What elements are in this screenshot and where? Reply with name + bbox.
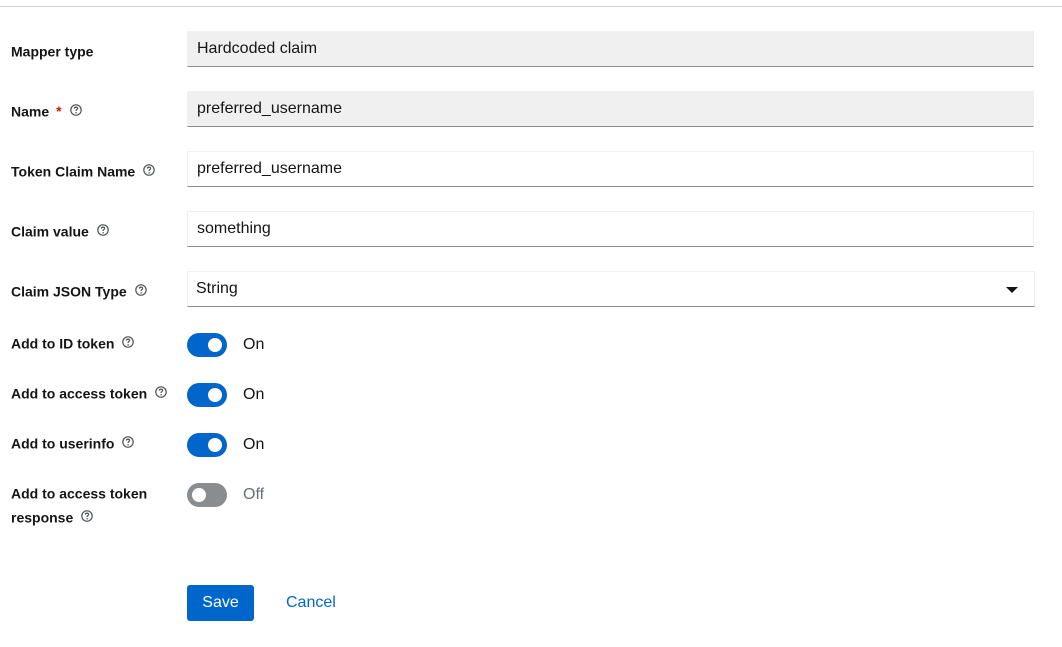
add-to-access-token-label: Add to access token (11, 380, 167, 405)
switch-knob (208, 338, 222, 352)
help-icon[interactable] (81, 510, 94, 523)
name-field (187, 91, 1034, 127)
help-icon[interactable] (143, 164, 156, 177)
add-to-userinfo-label: Add to userinfo (11, 430, 135, 455)
add-to-access-token-response-label-line2: response (11, 504, 94, 529)
mapper-details-form: Mapper type Name* Token Claim Name Claim… (0, 0, 1062, 647)
caret-down-icon (1006, 287, 1018, 293)
claim-json-type-selected: String (196, 280, 238, 297)
token-claim-name-input[interactable] (187, 151, 1034, 187)
help-icon[interactable] (122, 336, 135, 349)
switch-state-label: Off (243, 486, 265, 503)
token-claim-name-label: Token Claim Name (11, 158, 156, 183)
name-label: Name * (11, 98, 82, 123)
claim-value-input[interactable] (187, 211, 1034, 247)
help-icon[interactable] (122, 436, 135, 449)
mapper-type-label: Mapper type (11, 43, 94, 60)
add-to-access-token-switch[interactable] (187, 383, 227, 407)
switch-knob (208, 438, 222, 452)
help-icon[interactable] (97, 224, 109, 237)
add-to-access-token-response-label: Add to access token (11, 485, 148, 502)
claim-json-type-select[interactable]: String (187, 271, 1035, 307)
help-icon[interactable] (155, 386, 167, 399)
top-divider (0, 6, 1062, 7)
add-to-id-token-label: Add to ID token (11, 330, 135, 355)
add-to-access-token-response-switch[interactable] (187, 483, 227, 507)
switch-knob (208, 388, 222, 402)
mapper-type-field (187, 31, 1034, 67)
switch-state-label: On (243, 436, 265, 453)
claim-value-label: Claim value (11, 218, 109, 243)
add-to-userinfo-switch[interactable] (187, 433, 227, 457)
help-icon[interactable] (134, 284, 147, 297)
switch-state-label: On (243, 386, 265, 403)
save-button[interactable]: Save (187, 585, 254, 621)
switch-state-label: On (243, 336, 265, 353)
required-indicator: * (56, 103, 62, 120)
claim-json-type-label: Claim JSON Type (11, 278, 147, 303)
switch-knob (192, 488, 206, 502)
cancel-button[interactable]: Cancel (270, 585, 352, 621)
add-to-id-token-switch[interactable] (187, 333, 227, 357)
help-icon[interactable] (69, 104, 82, 117)
